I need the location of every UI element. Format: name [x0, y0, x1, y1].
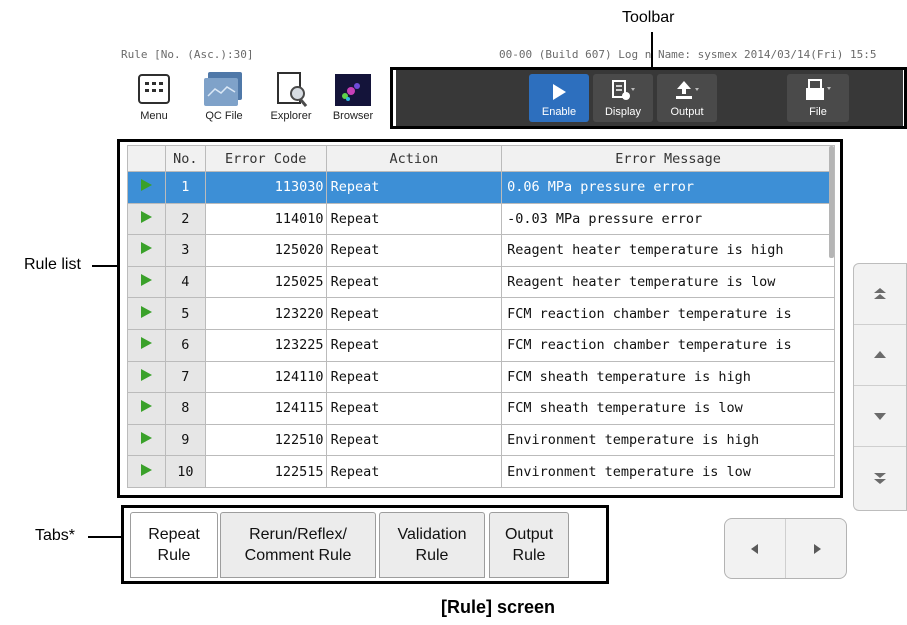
screen-caption: [Rule] screen — [441, 597, 556, 617]
scroll-down-button[interactable] — [854, 386, 906, 447]
double-up-icon — [874, 288, 886, 299]
status-title: Rule [No. (Asc.):30] — [121, 48, 254, 61]
double-down-icon — [874, 472, 886, 484]
right-icon — [813, 543, 821, 554]
toolbar-annotation: Toolbar — [622, 9, 675, 26]
prev-button[interactable] — [725, 519, 786, 578]
scroll-panel — [853, 263, 907, 511]
menu-button[interactable]: Menu — [124, 70, 184, 124]
up-icon — [874, 351, 886, 358]
browser-button-label: Browser — [332, 110, 374, 122]
toolbar-frame — [390, 67, 907, 129]
explorer-button-label: Explorer — [270, 110, 312, 122]
qc-file-icon — [204, 72, 244, 106]
rule-list-frame — [117, 139, 843, 498]
next-button[interactable] — [786, 519, 847, 578]
status-info: 00-00 (Build 607) Log n Name: sysmex 201… — [499, 48, 877, 61]
browser-button[interactable]: Browser — [323, 70, 383, 124]
qc-file-button[interactable]: QC File — [194, 70, 254, 124]
browser-icon — [335, 74, 371, 106]
tabs-frame — [121, 505, 609, 584]
tabs-annotation: Tabs* — [35, 527, 76, 544]
scroll-top-button[interactable] — [854, 264, 906, 325]
tabs-annotation-line — [88, 536, 121, 538]
scroll-bottom-button[interactable] — [854, 447, 906, 508]
left-icon — [751, 543, 758, 554]
explorer-icon — [273, 72, 309, 108]
explorer-button[interactable]: Explorer — [260, 70, 322, 124]
menu-button-label: Menu — [140, 110, 168, 122]
rule-list-annotation-line — [92, 265, 117, 267]
menu-grid-icon — [138, 74, 170, 104]
scroll-up-button[interactable] — [854, 325, 906, 386]
qc-file-button-label: QC File — [205, 110, 243, 122]
rule-list-annotation: Rule list — [24, 256, 81, 273]
down-icon — [874, 413, 886, 420]
page-nav — [724, 518, 847, 579]
